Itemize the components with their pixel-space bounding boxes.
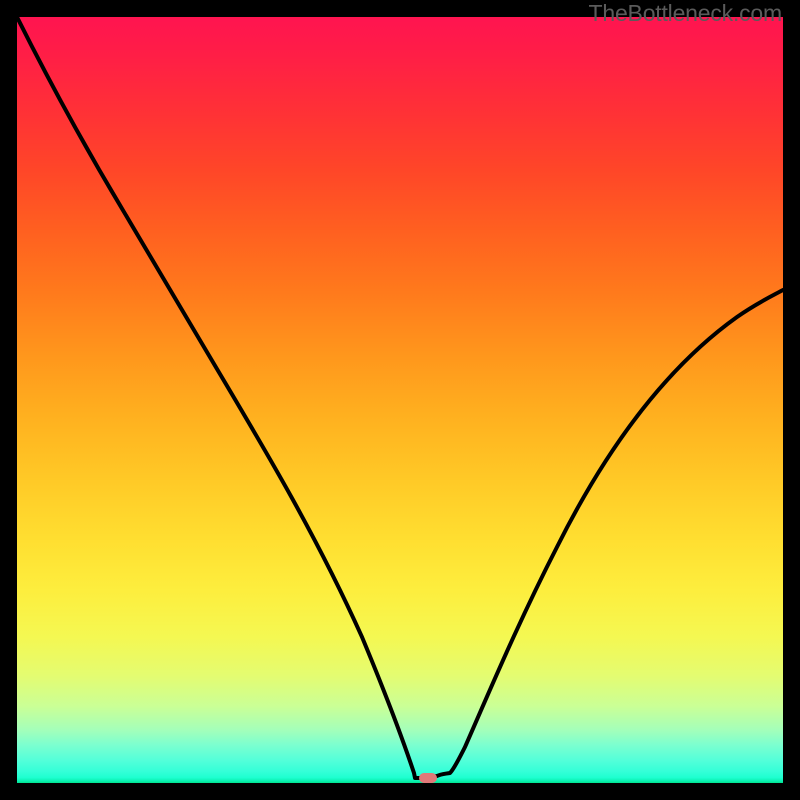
chart-container: TheBottleneck.com xyxy=(0,0,800,800)
optimal-marker xyxy=(419,773,437,783)
plot-area xyxy=(17,17,783,783)
attribution-text: TheBottleneck.com xyxy=(589,0,782,27)
bottleneck-curve xyxy=(17,17,783,778)
curve-svg xyxy=(17,17,783,783)
